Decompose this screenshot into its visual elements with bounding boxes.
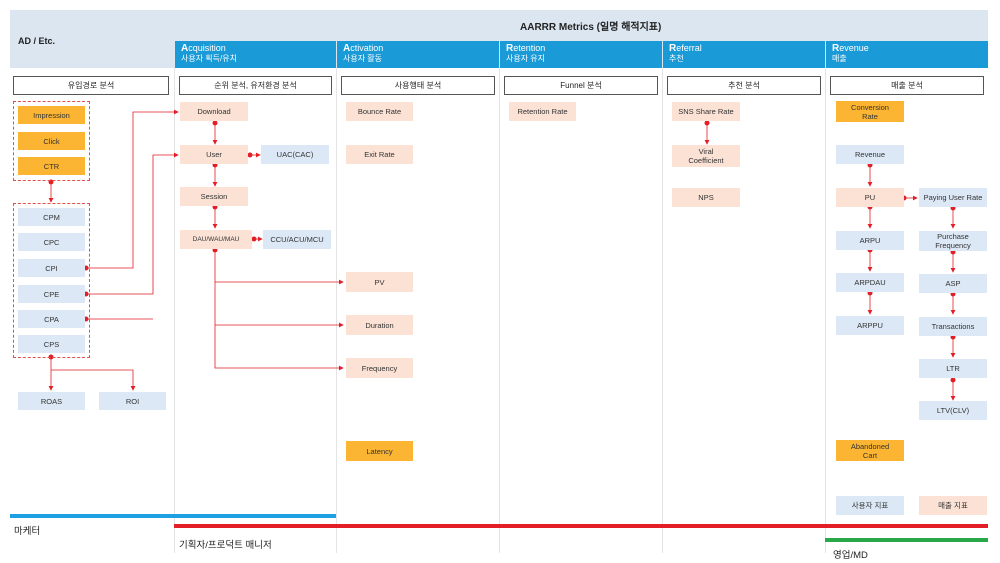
pv-box: PV [346,272,413,292]
roas-box: ROAS [18,392,85,410]
nps-box: NPS [672,188,740,207]
ltr-box: LTR [919,359,987,378]
abandoned-cart-box: Abandoned Cart [836,440,904,461]
download-box: Download [180,102,248,121]
latency-box: Latency [346,441,413,461]
frequency-box: Frequency [346,358,413,378]
cpc-box: CPC [18,233,85,251]
transactions-box: Transactions [919,317,987,336]
conversion-rate-box: Conversion Rate [836,101,904,122]
cpi-box: CPI [18,259,85,277]
ctr-box: CTR [18,157,85,175]
sns-share-rate-box: SNS Share Rate [672,102,740,121]
exit-rate-box: Exit Rate [346,145,413,164]
asp-box: ASP [919,274,987,293]
duration-box: Duration [346,315,413,335]
cps-box: CPS [18,335,85,353]
click-box: Click [18,132,85,150]
planner-label: 기획자/프로덕트 매니저 [179,540,272,551]
purchase-frequency-box: Purchase Frequency [919,231,987,251]
arpu-box: ARPU [836,231,904,250]
planner-bar [174,524,988,528]
revenue-box: Revenue [836,145,904,164]
session-box: Session [180,187,248,206]
user-box: User [180,145,248,164]
marketer-label: 마케터 [14,526,41,537]
sales-label: 영업/MD [833,550,868,561]
pu-box: PU [836,188,904,207]
dau-box: DAU/WAU/MAU [180,230,252,249]
bounce-rate-box: Bounce Rate [346,102,413,121]
roi-box: ROI [99,392,166,410]
legend-revenue-metric: 매출 지표 [919,496,987,515]
cpm-box: CPM [18,208,85,226]
paying-user-rate-box: Paying User Rate [919,188,987,207]
uac-box: UAC(CAC) [261,145,329,164]
ltv-box: LTV(CLV) [919,401,987,420]
cpe-box: CPE [18,285,85,303]
arpdau-box: ARPDAU [836,273,904,292]
ccu-box: CCU/ACU/MCU [263,230,331,249]
legend-user-metric: 사용자 지표 [836,496,904,515]
viral-coefficient-box: Viral Coefficient [672,145,740,167]
cpa-box: CPA [18,310,85,328]
arppu-box: ARPPU [836,316,904,335]
sales-bar [825,538,988,542]
marketer-bar [10,514,336,518]
retention-rate-box: Retention Rate [509,102,576,121]
impression-box: Impression [18,106,85,124]
